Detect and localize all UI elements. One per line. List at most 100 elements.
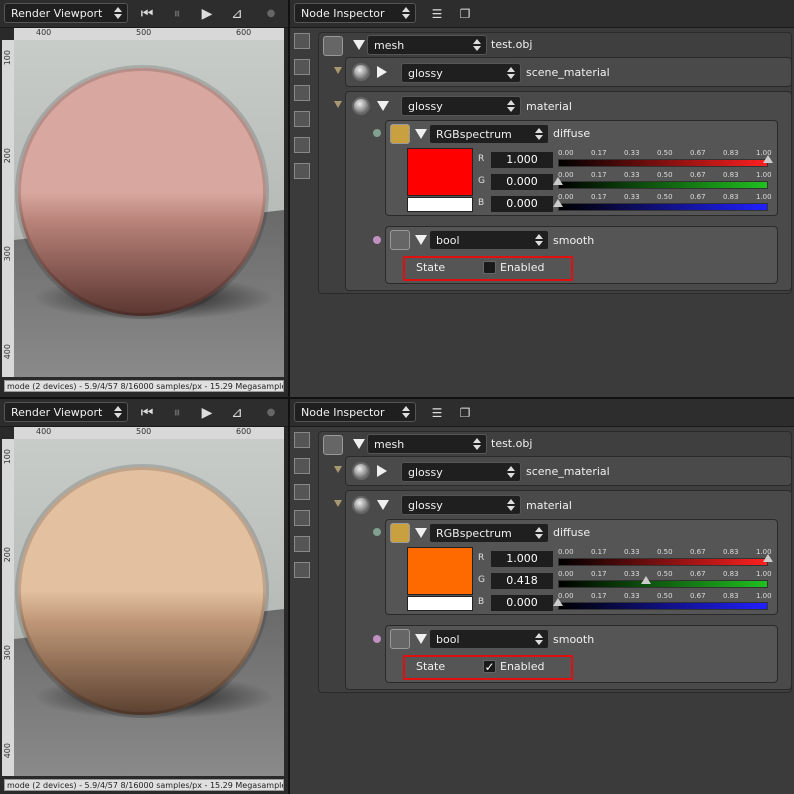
viewport-toolbar: Render Viewport ⏮ ⏸ ▶ ⊿ ● — [0, 0, 288, 28]
chevron-updown-icon — [113, 6, 123, 20]
picture-icon[interactable] — [294, 137, 310, 153]
channel-slider[interactable]: 0.00 0.17 0.33 0.50 0.67 0.83 1.00 — [558, 149, 773, 171]
node-stack-icon[interactable]: ❐ — [454, 4, 476, 24]
expand-toggle[interactable] — [377, 500, 389, 510]
database-icon[interactable] — [294, 111, 310, 127]
diffuse-type-select[interactable]: RGBspectrum — [429, 523, 549, 543]
database-icon[interactable] — [294, 510, 310, 526]
chevron-updown-icon — [113, 405, 123, 419]
viewport-selector[interactable]: Render Viewport — [4, 3, 128, 23]
measure-icon[interactable]: ⊿ — [226, 403, 248, 423]
channel-slider[interactable]: 0.00 0.17 0.33 0.50 0.67 0.83 1.00 — [553, 171, 772, 193]
channel-value-input[interactable]: 0.418 — [490, 572, 554, 590]
node-inspector-panel: Node Inspector ☰ ❐ mesh test.obj glossy scene_… — [290, 0, 794, 397]
picture-icon[interactable] — [294, 536, 310, 552]
pause-icon[interactable]: ⏸ — [166, 403, 188, 423]
channel-slider[interactable]: 0.00 0.17 0.33 0.50 0.67 0.83 1.00 — [553, 592, 772, 614]
mesh-type-select[interactable]: mesh — [367, 35, 487, 55]
expand-toggle[interactable] — [415, 129, 427, 139]
mesh-icon[interactable] — [323, 435, 343, 455]
slider-thumb[interactable] — [553, 598, 563, 606]
material-preview-icon[interactable] — [352, 462, 370, 480]
smooth-type-select[interactable]: bool — [429, 629, 549, 649]
channel-value-input[interactable]: 0.000 — [490, 173, 554, 191]
camera-icon[interactable] — [294, 458, 310, 474]
bool-icon[interactable] — [390, 629, 410, 649]
color-swatch[interactable] — [407, 547, 473, 595]
scene-material-type-select-label: glossy — [408, 466, 443, 479]
channel-value-input[interactable]: 1.000 — [490, 550, 554, 568]
scene-material-type-select[interactable]: glossy — [401, 462, 521, 482]
expand-toggle[interactable] — [353, 439, 365, 449]
material-preview-icon[interactable] — [352, 496, 370, 514]
enabled-checkbox[interactable]: ✓ — [483, 660, 496, 673]
diffuse-type-select[interactable]: RGBspectrum — [429, 124, 549, 144]
slider-tick-label: 0.83 — [723, 592, 739, 600]
slider-thumb[interactable] — [553, 177, 563, 185]
connector-arrow — [334, 500, 342, 507]
record-dot-icon[interactable]: ● — [260, 4, 282, 24]
channel-slider[interactable]: 0.00 0.17 0.33 0.50 0.67 0.83 1.00 — [553, 193, 772, 215]
film-icon[interactable] — [294, 85, 310, 101]
material-preview-icon[interactable] — [352, 97, 370, 115]
slider-thumb[interactable] — [640, 576, 651, 584]
enabled-checkbox[interactable] — [483, 261, 496, 274]
slider-tick-labels: 0.00 0.17 0.33 0.50 0.67 0.83 1.00 — [558, 171, 772, 180]
expand-toggle[interactable] — [415, 235, 427, 245]
collapse-toggle[interactable] — [377, 66, 387, 78]
slider-tick-label: 0.00 — [558, 570, 574, 578]
inspector-selector[interactable]: Node Inspector — [294, 3, 416, 23]
color-swatch[interactable] — [407, 148, 473, 196]
material-type-select[interactable]: glossy — [401, 495, 521, 515]
expand-toggle[interactable] — [415, 634, 427, 644]
channel-slider[interactable]: 0.00 0.17 0.33 0.50 0.67 0.83 1.00 — [558, 570, 772, 592]
material-preview-icon[interactable] — [352, 63, 370, 81]
image-icon[interactable] — [294, 432, 310, 448]
mesh-icon[interactable] — [323, 36, 343, 56]
collapse-toggle[interactable] — [377, 465, 387, 477]
channel-value-input[interactable]: 0.000 — [490, 195, 554, 213]
inspector-selector[interactable]: Node Inspector — [294, 402, 416, 422]
channel-value-input[interactable]: 0.000 — [490, 594, 554, 612]
graph-icon[interactable] — [294, 163, 310, 179]
expand-toggle[interactable] — [353, 40, 365, 50]
measure-icon[interactable]: ⊿ — [226, 4, 248, 24]
viewport-selector-label: Render Viewport — [11, 7, 103, 20]
scene-material-type-select[interactable]: glossy — [401, 63, 521, 83]
slider-thumb[interactable] — [763, 155, 773, 163]
play-first-icon[interactable]: ⏮ — [136, 4, 158, 24]
play-first-icon[interactable]: ⏮ — [136, 403, 158, 423]
image-icon[interactable] — [294, 33, 310, 49]
slider-thumb[interactable] — [763, 554, 773, 562]
spectrum-icon[interactable] — [390, 523, 410, 543]
diffuse-name: diffuse — [553, 526, 591, 539]
slider-tick-label: 0.33 — [624, 570, 640, 578]
node-list-icon[interactable]: ☰ — [426, 4, 448, 24]
slider-tick-label: 0.67 — [690, 592, 706, 600]
spectrum-icon[interactable] — [390, 124, 410, 144]
channel-value-input[interactable]: 1.000 — [490, 151, 554, 169]
render-image[interactable] — [14, 40, 284, 377]
smooth-type-select[interactable]: bool — [429, 230, 549, 250]
expand-toggle[interactable] — [377, 101, 389, 111]
camera-icon[interactable] — [294, 59, 310, 75]
node-stack-icon[interactable]: ❐ — [454, 403, 476, 423]
rendered-sphere-image — [14, 40, 284, 377]
render-image[interactable] — [14, 439, 284, 776]
pause-icon[interactable]: ⏸ — [166, 4, 188, 24]
play-icon[interactable]: ▶ — [196, 4, 218, 24]
slider-tick-label: 0.33 — [624, 592, 640, 600]
bool-icon[interactable] — [390, 230, 410, 250]
record-dot-icon[interactable]: ● — [260, 403, 282, 423]
slider-tick-label: 0.50 — [657, 570, 673, 578]
expand-toggle[interactable] — [415, 528, 427, 538]
channel-slider[interactable]: 0.00 0.17 0.33 0.50 0.67 0.83 1.00 — [558, 548, 773, 570]
node-list-icon[interactable]: ☰ — [426, 403, 448, 423]
graph-icon[interactable] — [294, 562, 310, 578]
play-icon[interactable]: ▶ — [196, 403, 218, 423]
viewport-selector[interactable]: Render Viewport — [4, 402, 128, 422]
material-type-select[interactable]: glossy — [401, 96, 521, 116]
mesh-type-select[interactable]: mesh — [367, 434, 487, 454]
slider-thumb[interactable] — [553, 199, 563, 207]
film-icon[interactable] — [294, 484, 310, 500]
